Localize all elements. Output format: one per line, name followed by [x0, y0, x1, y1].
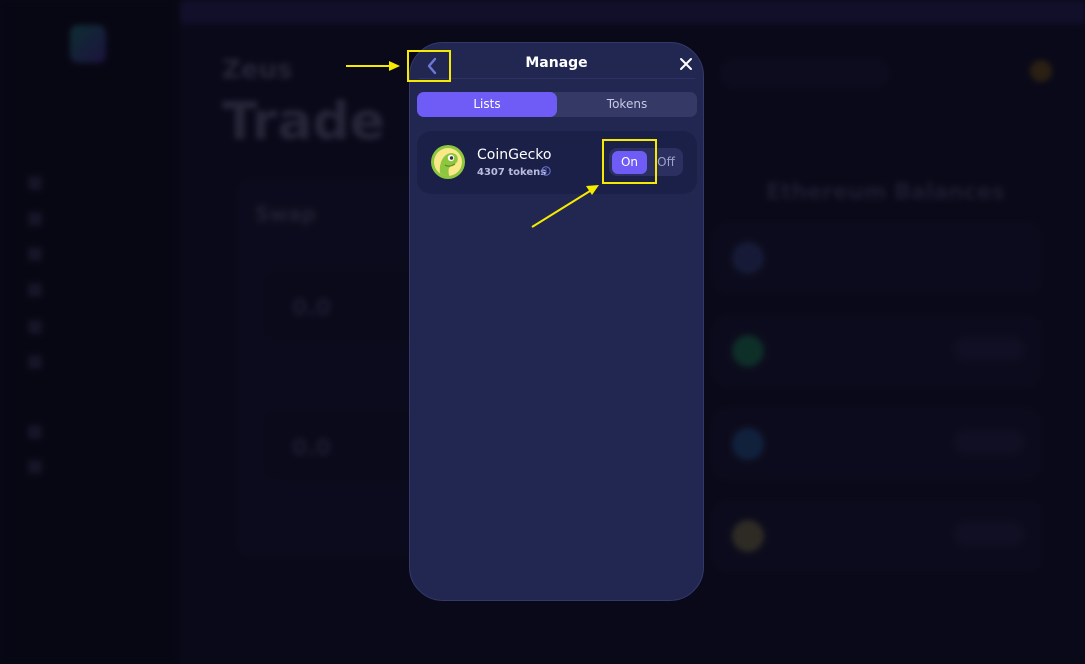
modal-header: Manage [410, 43, 703, 79]
header-divider [418, 78, 695, 79]
list-token-count: 4307 tokens [477, 167, 547, 178]
tab-tokens[interactable]: Tokens [557, 92, 697, 117]
coingecko-logo-icon [431, 145, 465, 179]
list-name: CoinGecko [477, 147, 552, 163]
info-icon[interactable] [541, 166, 551, 176]
highlight-box-back [407, 50, 451, 82]
highlight-box-toggle [602, 139, 657, 184]
close-icon [680, 58, 692, 70]
modal-title: Manage [525, 55, 588, 71]
manage-modal: Manage Lists Tokens CoinGecko 4307 token… [409, 42, 704, 601]
close-button[interactable] [677, 55, 695, 73]
tab-lists[interactable]: Lists [417, 92, 557, 117]
tab-bar: Lists Tokens [417, 92, 697, 117]
